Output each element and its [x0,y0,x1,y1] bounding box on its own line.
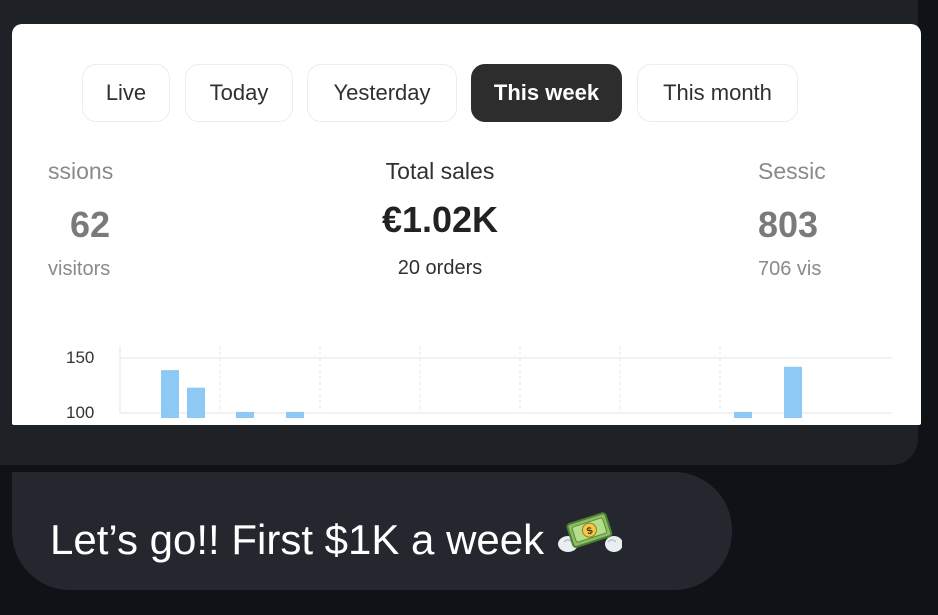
y-tick-100: 100 [66,403,94,422]
total-sales-value: €1.02K [381,199,499,240]
metric-value: 62 [70,204,111,245]
chart-bar [286,411,304,418]
metric-label: ssions [48,158,114,184]
orders-count: 20 orders [397,257,483,279]
money-with-wings-icon: $ [558,504,624,570]
tab-today[interactable]: Today [185,64,293,122]
analytics-screenshot[interactable]: Live Today Yesterday This week This mont… [12,24,921,425]
tab-this-month[interactable]: This month [637,64,798,122]
chart-bar [236,411,254,418]
tab-this-week[interactable]: This week [471,64,622,122]
message-text: Let’s go!! First $1K a week [50,516,545,563]
metric-sub: 706 vis [758,258,822,280]
sales-bar-chart: 150 100 [66,346,892,422]
total-sales-label: Total sales [385,158,495,184]
chart-bar [161,370,179,418]
tab-live[interactable]: Live [82,64,170,122]
date-range-tabs: Live Today Yesterday This week This mont… [12,64,921,126]
total-sales-metric: Total sales €1.02K 20 orders [340,158,540,280]
chat-message-bubble: Let’s go!! First $1K a week $ [12,472,732,590]
chart-bar [784,366,802,418]
metric-value: 803 [758,204,819,245]
chart-bar [187,387,205,418]
metric-sub: visitors [48,258,111,280]
metric-label: Sessic [758,158,826,184]
chart-bar [734,411,752,418]
tab-yesterday[interactable]: Yesterday [307,64,457,122]
y-tick-150: 150 [66,348,94,367]
